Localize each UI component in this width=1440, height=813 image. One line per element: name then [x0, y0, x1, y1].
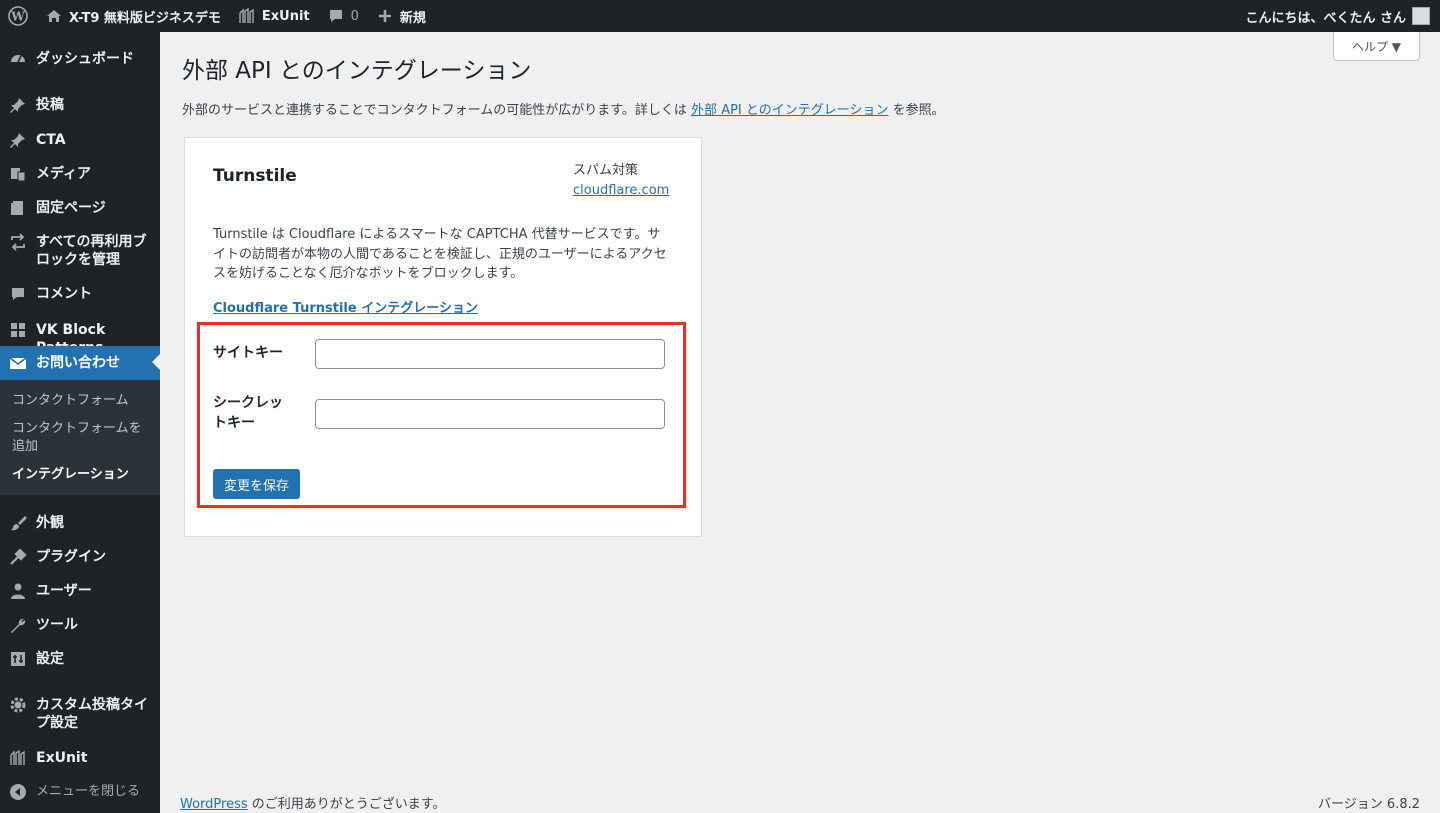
collapse-menu-button[interactable]: メニューを閉じる: [0, 783, 160, 801]
secret-key-label: シークレットキー: [213, 395, 283, 431]
card-title: Turnstile: [213, 166, 297, 186]
sidebar-item-custom-post-types[interactable]: カスタム投稿タイプ設定: [0, 696, 160, 732]
sidebar-item-settings[interactable]: 設定: [0, 650, 160, 668]
brush-icon: [0, 514, 36, 532]
comments-link[interactable]: 0: [318, 0, 367, 32]
sidebar-item-label: 設定: [36, 651, 64, 667]
sidebar-item-cta[interactable]: CTA: [0, 131, 160, 149]
greeting: こんにちは、べくたん さん: [1245, 10, 1406, 26]
site-name-link[interactable]: X-T9 無料版ビジネスデモ: [36, 0, 229, 32]
submenu-item-integration[interactable]: インテグレーション: [12, 466, 152, 484]
my-account-link[interactable]: こんにちは、べくたん さん: [1245, 0, 1440, 32]
integration-docs-link[interactable]: 外部 API とのインテグレーション: [691, 103, 888, 118]
help-button[interactable]: ヘルプ ▼: [1333, 32, 1420, 61]
sidebar-item-tools[interactable]: ツール: [0, 616, 160, 634]
sidebar-item-media[interactable]: メディア: [0, 165, 160, 183]
comment-icon: [326, 6, 346, 26]
intro-text: 外部のサービスと連携することでコンタクトフォームの可能性が広がります。詳しくは …: [182, 99, 945, 118]
comment-icon: [0, 285, 36, 303]
sidebar-item-label: 固定ページ: [36, 200, 106, 216]
admin-bar: W X-T9 無料版ビジネスデモ ExUnit 0 新規 こんにちは、べくたん …: [0, 0, 1440, 32]
sidebar-item-label: メディア: [36, 166, 92, 182]
sidebar-item-label: すべての再利用ブロックを管理: [36, 234, 147, 268]
sidebar-item-exunit[interactable]: ExUnit: [0, 749, 160, 767]
reuse-icon: [0, 233, 36, 251]
sidebar-item-users[interactable]: ユーザー: [0, 582, 160, 600]
submenu-item-contact-forms[interactable]: コンタクトフォーム: [12, 392, 152, 410]
sidebar-item-plugins[interactable]: プラグイン: [0, 548, 160, 566]
gear-icon: [0, 696, 36, 714]
footer-thanks: のご利用ありがとうございます。: [247, 797, 446, 812]
avatar: [1412, 7, 1430, 25]
sidebar-item-label: 外観: [36, 515, 64, 531]
collapse-icon: [0, 783, 36, 801]
site-name: X-T9 無料版ビジネスデモ: [69, 10, 221, 26]
mail-icon: [0, 354, 36, 372]
sidebar-item-reusable-blocks[interactable]: すべての再利用ブロックを管理: [0, 233, 160, 269]
sidebar-item-contact[interactable]: お問い合わせ: [0, 346, 160, 380]
sidebar-item-label: ダッシュボード: [36, 51, 134, 67]
intro-after: を参照。: [888, 103, 945, 118]
new-label: 新規: [399, 10, 426, 26]
card-meta: スパム対策 cloudflare.com: [573, 161, 669, 201]
pin-icon: [0, 96, 36, 114]
site-key-input[interactable]: [315, 339, 665, 369]
page-icon: [0, 199, 36, 217]
exunit-label: ExUnit: [261, 8, 310, 24]
comments-count: 0: [350, 8, 359, 24]
exunit-icon: [237, 6, 257, 26]
wrench-icon: [0, 616, 36, 634]
wordpress-icon: W: [8, 6, 28, 26]
grid-icon: [0, 321, 36, 339]
cloudflare-site-link[interactable]: cloudflare.com: [573, 183, 669, 198]
home-icon: [44, 6, 64, 26]
submenu-item-add-contact-form[interactable]: コンタクトフォームを追加: [12, 420, 152, 456]
exunit-menu-link[interactable]: ExUnit: [229, 0, 318, 32]
pin-icon: [0, 131, 36, 149]
dashboard-icon: [0, 50, 36, 68]
turnstile-card: Turnstile スパム対策 cloudflare.com Turnstile…: [184, 137, 702, 537]
sidebar-item-label: プラグイン: [36, 549, 106, 565]
sidebar-item-label: カスタム投稿タイプ設定: [36, 697, 148, 731]
intro-before: 外部のサービスと連携することでコンタクトフォームの可能性が広がります。詳しくは: [182, 103, 692, 118]
media-icon: [0, 165, 36, 183]
sidebar-item-label: メニューを閉じる: [36, 784, 141, 799]
card-category: スパム対策: [573, 163, 639, 178]
settings-icon: [0, 650, 36, 668]
footer-version: バージョン 6.8.2: [1318, 797, 1420, 812]
footer-credit: WordPress のご利用ありがとうございます。: [180, 793, 445, 812]
sidebar-item-label: CTA: [36, 132, 66, 148]
sidebar-item-label: コメント: [36, 286, 92, 302]
sidebar-item-label: ツール: [36, 617, 78, 633]
main-content: ヘルプ ▼ 外部 API とのインテグレーション 外部のサービスと連携することで…: [160, 32, 1440, 813]
sidebar-item-dashboard[interactable]: ダッシュボード: [0, 50, 160, 68]
wordpress-link[interactable]: WordPress: [180, 797, 248, 812]
sidebar-item-label: 投稿: [36, 97, 64, 113]
sidebar-item-label: ユーザー: [36, 583, 92, 599]
plus-icon: [375, 6, 395, 26]
sidebar-item-comments[interactable]: コメント: [0, 285, 160, 303]
admin-sidebar: ダッシュボード 投稿 CTA メディア 固定ページ すべての再利用ブロックを管理…: [0, 32, 160, 813]
sidebar-item-label: ExUnit: [36, 750, 88, 766]
svg-text:W: W: [10, 10, 25, 24]
sidebar-item-posts[interactable]: 投稿: [0, 96, 160, 114]
plugin-icon: [0, 548, 36, 566]
contact-submenu: コンタクトフォーム コンタクトフォームを追加 インテグレーション: [0, 380, 160, 495]
new-content-link[interactable]: 新規: [367, 0, 434, 32]
page-title: 外部 API とのインテグレーション: [182, 58, 532, 84]
save-button[interactable]: 変更を保存: [213, 469, 300, 499]
sidebar-item-pages[interactable]: 固定ページ: [0, 199, 160, 217]
exunit-icon: [0, 749, 36, 767]
user-icon: [0, 582, 36, 600]
site-key-label: サイトキー: [213, 345, 283, 361]
secret-key-input[interactable]: [315, 399, 665, 429]
turnstile-integration-link[interactable]: Cloudflare Turnstile インテグレーション: [213, 297, 478, 316]
wordpress-logo-button[interactable]: W: [0, 0, 36, 32]
sidebar-item-label: お問い合わせ: [36, 355, 120, 371]
card-description: Turnstile は Cloudflare によるスマートな CAPTCHA …: [213, 227, 667, 281]
sidebar-item-appearance[interactable]: 外観: [0, 514, 160, 532]
